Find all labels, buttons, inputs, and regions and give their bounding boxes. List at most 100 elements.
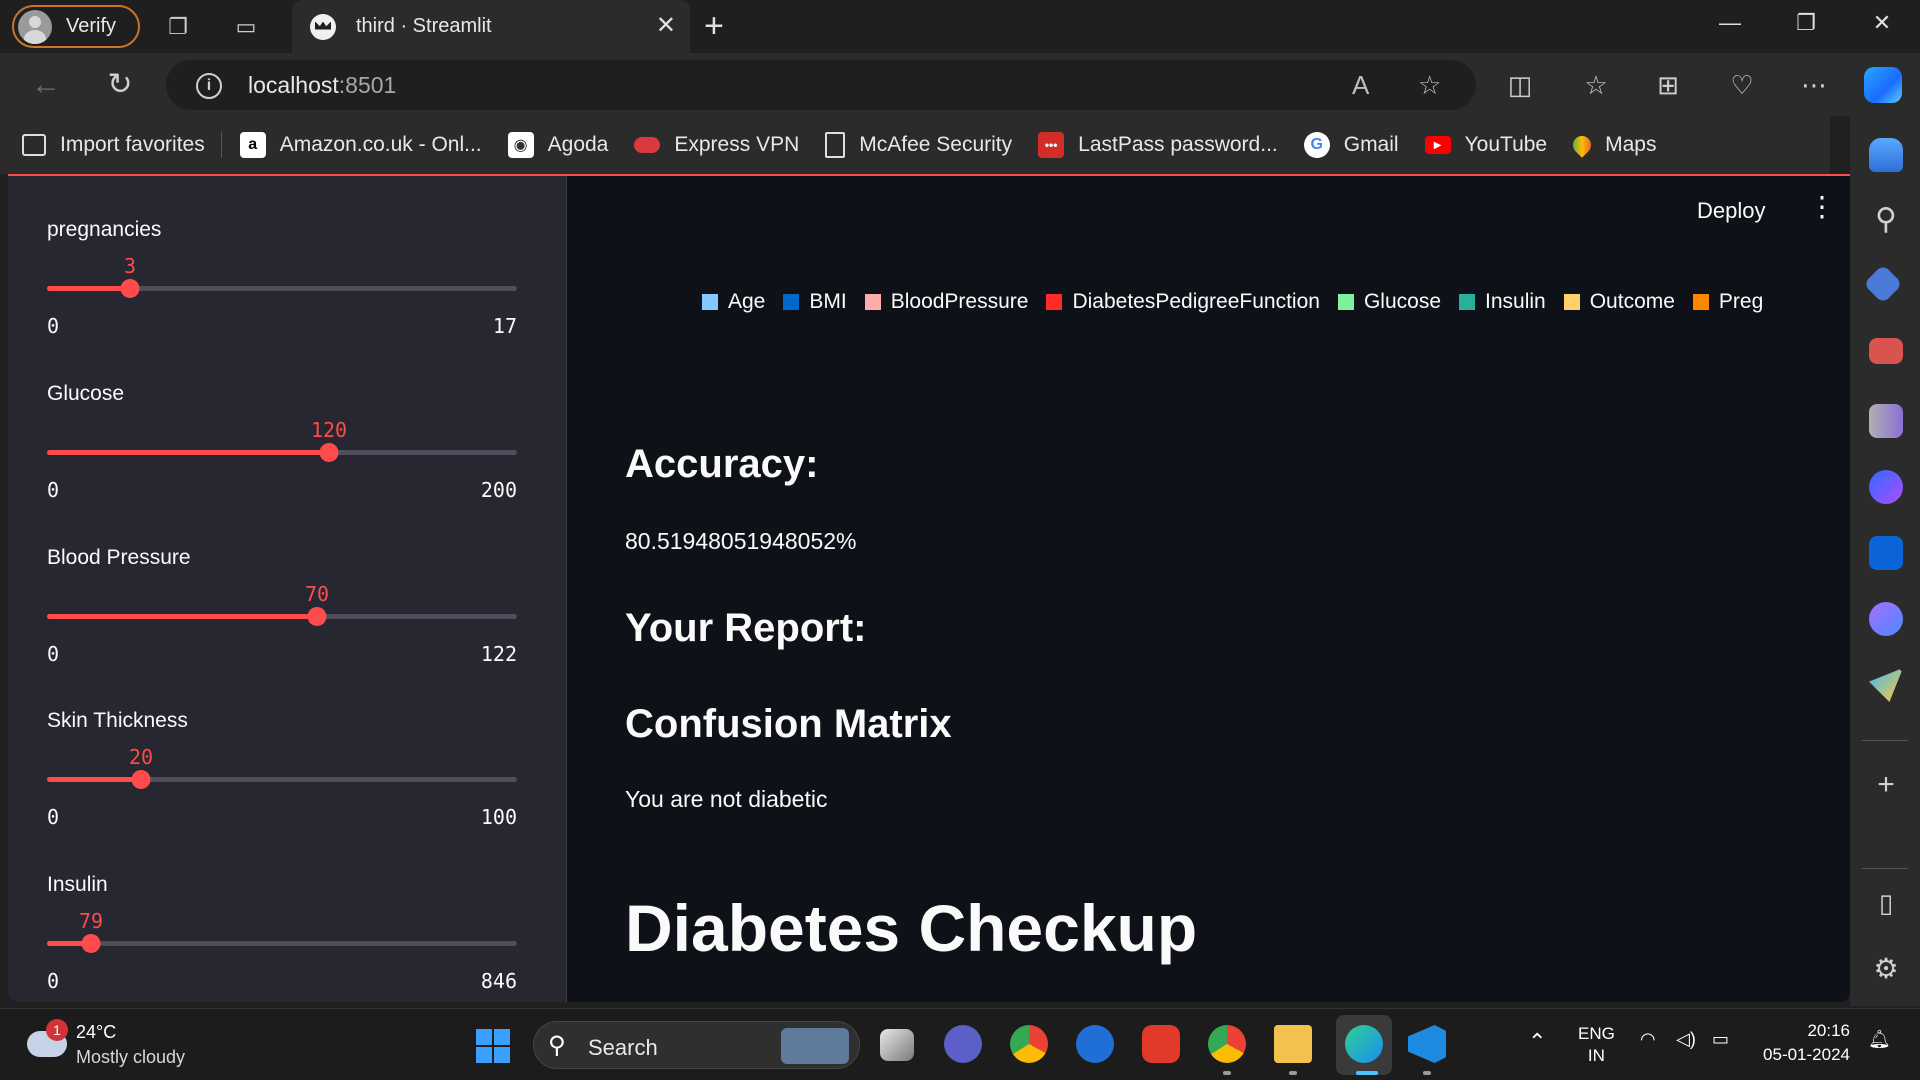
streamlit-favicon-icon [310, 13, 336, 40]
favorite-label: McAfee Security [859, 133, 1013, 156]
games-icon[interactable] [1869, 404, 1903, 438]
avatar [18, 9, 52, 44]
back-icon[interactable]: ← [28, 67, 64, 103]
favorite-agoda[interactable]: ◉ Agoda [507, 132, 609, 158]
volume-icon[interactable]: ◁) [1676, 1029, 1696, 1050]
slider-thumb[interactable] [319, 443, 339, 462]
slider-track[interactable] [47, 934, 517, 953]
minimize-icon[interactable]: — [1710, 10, 1750, 36]
task-view-icon[interactable] [880, 1029, 914, 1061]
close-window-icon[interactable]: ✕ [1862, 10, 1902, 36]
favorite-lastpass[interactable]: ••• LastPass password... [1038, 132, 1278, 158]
tab-actions-icon[interactable]: ▭ [232, 13, 260, 41]
restore-icon[interactable]: ❐ [1786, 10, 1826, 36]
favorite-star-icon[interactable]: ☆ [1418, 70, 1441, 101]
favorite-amazon[interactable]: a Amazon.co.uk - Onl... [239, 132, 482, 158]
slider-track[interactable] [47, 279, 517, 298]
file-explorer-icon[interactable] [1274, 1025, 1312, 1063]
legend-item[interactable]: DiabetesPedigreeFunction [1046, 290, 1320, 314]
favorite-label: Express VPN [674, 133, 800, 156]
copilot-sidebar-icon[interactable] [1869, 470, 1903, 504]
legend-item[interactable]: Age [702, 290, 765, 314]
slider-thumb[interactable] [131, 770, 151, 789]
edge-icon[interactable] [1345, 1025, 1383, 1063]
show-hidden-icons-icon[interactable]: ⌃ [1528, 1029, 1546, 1055]
wifi-icon[interactable]: ◠ [1640, 1029, 1656, 1050]
legend-swatch [783, 294, 800, 310]
clock[interactable]: 20:16 05-01-2024 [1760, 1021, 1850, 1065]
shopping-tag-icon[interactable] [1863, 264, 1903, 304]
running-indicator [1356, 1071, 1378, 1075]
designer-icon[interactable] [1869, 602, 1903, 636]
favorite-expressvpn[interactable]: Express VPN [634, 133, 799, 157]
running-indicator [1289, 1071, 1297, 1075]
slider-thumb[interactable] [307, 607, 327, 626]
edge-sidebar: ⚲ + ▯ ⚙ [1850, 116, 1920, 1006]
slider-thumb[interactable] [81, 934, 101, 953]
refresh-icon[interactable]: ↻ [102, 67, 138, 103]
split-screen-icon[interactable]: ◫ [1502, 67, 1538, 103]
chrome-icon[interactable] [1010, 1025, 1048, 1063]
favorite-gmail[interactable]: G Gmail [1303, 132, 1399, 158]
wps-office-icon[interactable] [1142, 1025, 1180, 1063]
todo-app-icon[interactable] [1076, 1025, 1114, 1063]
page-icon [825, 132, 846, 158]
address-bar[interactable]: i localhost:8501 A ☆ [166, 60, 1476, 110]
tab-streamlit[interactable]: third · Streamlit ✕ [292, 0, 690, 53]
legend-item[interactable]: Insulin [1459, 290, 1546, 314]
legend-label: Glucose [1363, 290, 1442, 313]
tools-briefcase-icon[interactable] [1869, 338, 1903, 364]
legend-item[interactable]: Outcome [1563, 290, 1675, 314]
close-tab-icon[interactable]: ✕ [656, 13, 676, 39]
notification-bell-icon[interactable]: 🔔︎ [1868, 1029, 1891, 1050]
start-windows-icon[interactable] [476, 1029, 510, 1063]
workspaces-icon[interactable]: ❐ [164, 13, 192, 41]
notifications-bell-icon[interactable] [1869, 138, 1903, 172]
add-icon[interactable]: + [1870, 768, 1902, 802]
legend-item[interactable]: Preg [1692, 290, 1763, 314]
main-menu-icon[interactable]: ⋮ [1808, 192, 1836, 222]
settings-gear-icon[interactable]: ⚙ [1870, 952, 1902, 985]
legend-swatch [1563, 294, 1580, 310]
slider-thumb[interactable] [120, 279, 140, 298]
legend-item[interactable]: Glucose [1337, 290, 1442, 314]
outlook-icon[interactable] [1869, 536, 1903, 570]
favorite-label: Import favorites [60, 133, 205, 156]
slider-track[interactable] [47, 770, 517, 789]
legend-item[interactable]: BloodPressure [864, 290, 1028, 314]
google-icon: G [1303, 132, 1330, 158]
hide-sidebar-icon[interactable]: ▯ [1870, 888, 1902, 919]
legend-item[interactable]: BMI [783, 290, 847, 314]
favorite-mcafee[interactable]: McAfee Security [825, 132, 1012, 158]
new-tab-icon[interactable]: + [704, 9, 724, 43]
collections-icon[interactable]: ⊞ [1650, 67, 1686, 103]
favorite-label: Agoda [547, 133, 609, 156]
favorites-icon[interactable]: ☆ [1578, 67, 1614, 103]
slider-value: 3 [123, 254, 137, 278]
taskbar-search[interactable]: ⚲ Search [533, 1021, 860, 1069]
slider-value: 120 [310, 418, 348, 442]
language-indicator[interactable]: ENG IN [1578, 1023, 1615, 1067]
screen: Verify ❐ ▭ third · Streamlit ✕ + — ❐ ✕ ←… [0, 0, 1920, 1080]
read-aloud-icon[interactable]: A [1352, 70, 1369, 101]
favorite-maps[interactable]: Maps [1569, 132, 1656, 158]
favorite-youtube[interactable]: ▶ YouTube [1424, 133, 1547, 157]
slider-track[interactable] [47, 607, 517, 626]
browser-essentials-icon[interactable]: ♡ [1724, 67, 1760, 103]
battery-icon[interactable]: ▭ [1712, 1029, 1729, 1050]
copilot-icon[interactable] [1864, 67, 1902, 103]
deploy-button[interactable]: Deploy [1697, 198, 1765, 224]
vscode-icon[interactable] [1408, 1025, 1446, 1063]
slider-min: 0 [47, 969, 60, 993]
site-info-icon[interactable]: i [196, 73, 222, 99]
favorite-import[interactable]: Import favorites [22, 133, 205, 157]
send-icon[interactable] [1869, 668, 1903, 702]
search-highlight-image [781, 1028, 849, 1064]
teams-icon[interactable] [944, 1025, 982, 1063]
chart-legend: Age BMI BloodPressure DiabetesPedigreeFu… [702, 290, 1763, 314]
slider-track[interactable] [47, 443, 517, 462]
more-options-icon[interactable]: ⋯ [1796, 67, 1832, 103]
profile-button[interactable]: Verify [12, 5, 140, 48]
chrome-profile-icon[interactable] [1208, 1025, 1246, 1063]
search-icon[interactable]: ⚲ [1870, 202, 1902, 237]
